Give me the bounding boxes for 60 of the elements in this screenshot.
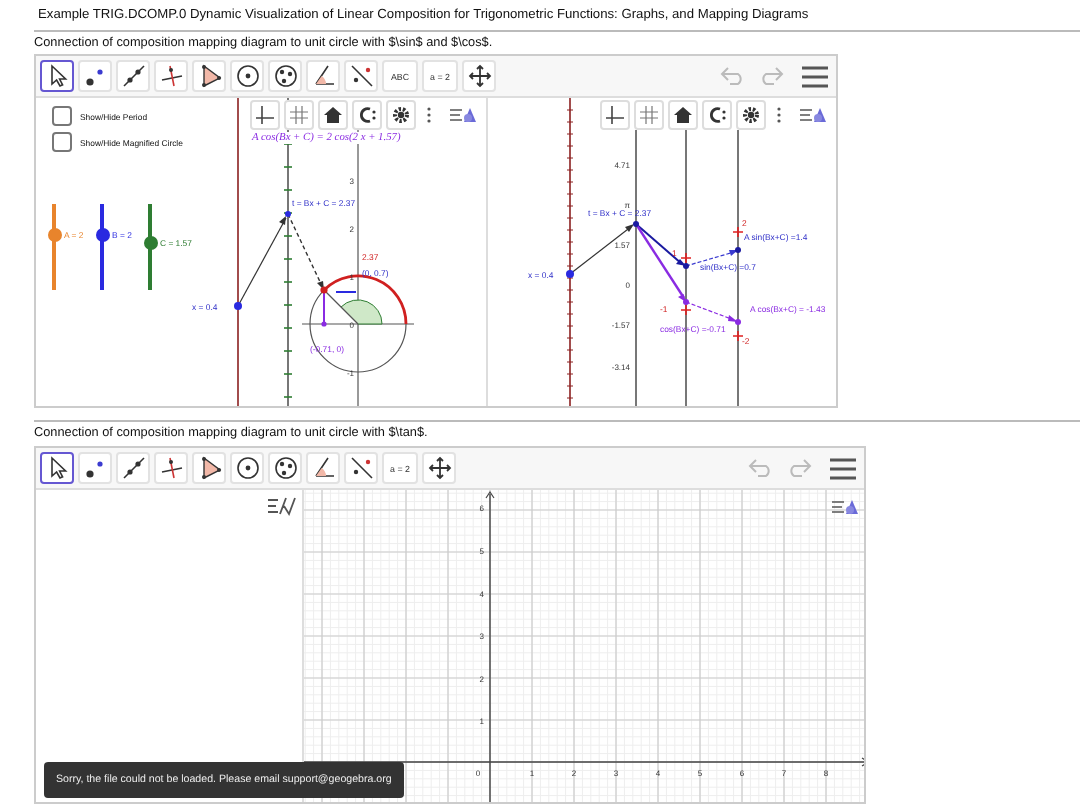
settings-icon[interactable] bbox=[736, 100, 766, 130]
circle-points-icon bbox=[273, 64, 297, 88]
axes-icon[interactable] bbox=[250, 100, 280, 130]
point[interactable] bbox=[735, 247, 741, 253]
angle-sector bbox=[340, 299, 383, 325]
style-bar-toggle-icon[interactable] bbox=[832, 498, 858, 516]
point-capture-icon[interactable] bbox=[352, 100, 382, 130]
line-icon bbox=[121, 64, 145, 88]
point-icon bbox=[84, 65, 106, 87]
angle-icon bbox=[311, 456, 335, 480]
home-icon[interactable] bbox=[668, 100, 698, 130]
point-capture-icon[interactable] bbox=[702, 100, 732, 130]
checkbox[interactable] bbox=[52, 132, 72, 152]
checkbox[interactable] bbox=[52, 106, 72, 126]
slider-thumb[interactable] bbox=[143, 235, 157, 249]
arrow bbox=[237, 216, 287, 307]
cursor-icon bbox=[47, 456, 67, 480]
menu-icon[interactable] bbox=[830, 457, 856, 479]
point[interactable] bbox=[683, 299, 689, 305]
arc bbox=[323, 274, 408, 325]
point[interactable] bbox=[633, 221, 639, 227]
point[interactable] bbox=[234, 302, 242, 310]
cursor-icon bbox=[47, 64, 67, 88]
slider-thumb[interactable] bbox=[95, 227, 109, 241]
circle-icon bbox=[235, 456, 259, 480]
point-icon bbox=[84, 457, 106, 479]
cross-mark bbox=[732, 330, 744, 342]
algebra-style-icon[interactable] bbox=[268, 496, 296, 516]
point[interactable] bbox=[735, 319, 741, 325]
line-icon bbox=[121, 456, 145, 480]
cross-mark bbox=[680, 304, 692, 316]
angle-icon bbox=[311, 64, 335, 88]
tool-button[interactable] bbox=[40, 452, 74, 484]
circle-points-icon bbox=[273, 456, 297, 480]
radius-line bbox=[323, 289, 359, 325]
tool-button[interactable] bbox=[40, 60, 74, 92]
cross-mark bbox=[732, 226, 744, 238]
settings-icon[interactable] bbox=[386, 100, 416, 130]
line-and-point-icon bbox=[349, 456, 373, 480]
move-arrows-icon bbox=[427, 456, 451, 480]
menu-icon[interactable] bbox=[802, 65, 828, 87]
style-bar-toggle-icon[interactable] bbox=[450, 106, 476, 124]
cross-mark bbox=[680, 252, 692, 264]
move-arrows-icon bbox=[467, 64, 491, 88]
point[interactable] bbox=[566, 270, 574, 278]
style-bar-toggle-icon[interactable] bbox=[800, 106, 826, 124]
line-and-point-icon bbox=[349, 64, 373, 88]
home-icon[interactable] bbox=[318, 100, 348, 130]
point[interactable] bbox=[320, 286, 328, 294]
point[interactable] bbox=[321, 321, 327, 327]
x-axis bbox=[301, 323, 415, 325]
triangle-icon bbox=[197, 456, 221, 480]
perpendicular-lines-icon bbox=[159, 456, 183, 480]
perpendicular-lines-icon bbox=[159, 64, 183, 88]
point[interactable] bbox=[683, 263, 689, 269]
point[interactable] bbox=[285, 211, 291, 217]
axes-icon[interactable] bbox=[600, 100, 630, 130]
triangle-icon bbox=[197, 64, 221, 88]
circle-icon bbox=[235, 64, 259, 88]
slider-thumb[interactable] bbox=[47, 227, 61, 241]
